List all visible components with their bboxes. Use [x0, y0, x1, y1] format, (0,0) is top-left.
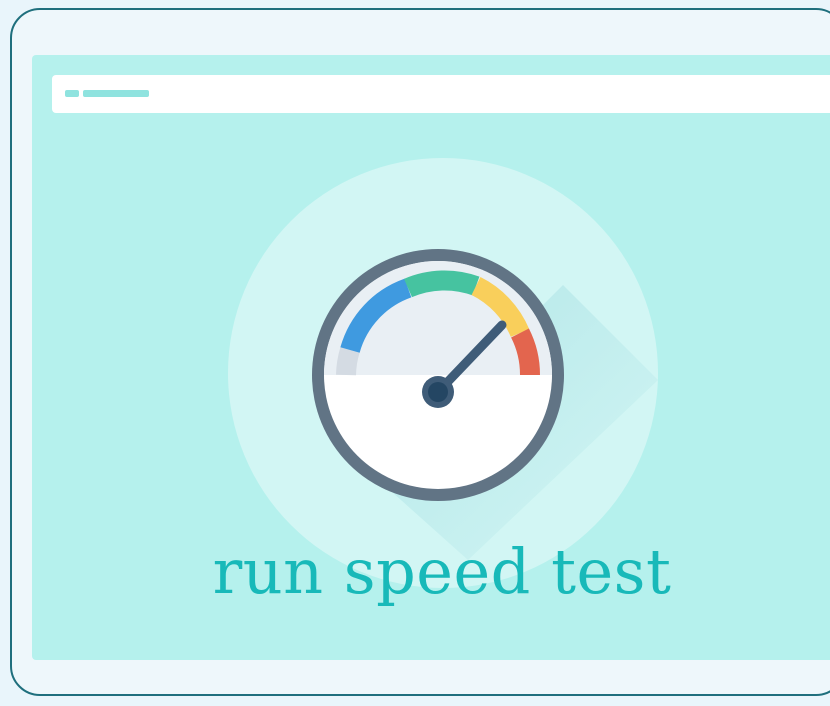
- speedometer-icon[interactable]: [278, 230, 658, 560]
- address-dot: [65, 90, 79, 97]
- needle-hub-inner: [428, 382, 448, 402]
- gauge-segment-gray: [336, 347, 360, 376]
- address-bar[interactable]: [52, 75, 830, 113]
- address-placeholder-line: [83, 90, 149, 97]
- gauge-segment-red: [510, 328, 541, 376]
- gauge-segment-green: [404, 270, 480, 298]
- run-speed-test-link[interactable]: run speed test: [0, 535, 830, 608]
